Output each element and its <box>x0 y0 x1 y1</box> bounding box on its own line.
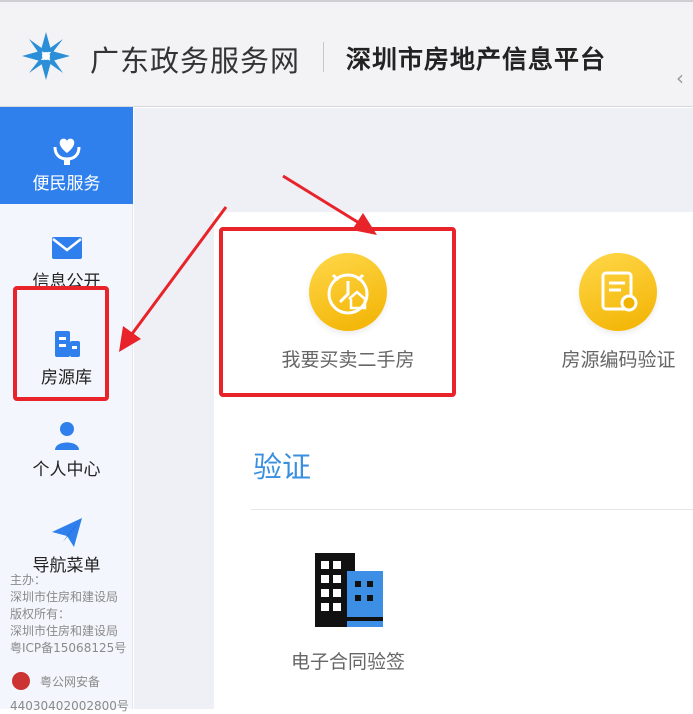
sidebar-item-navigation[interactable]: 导航菜单 <box>0 515 133 576</box>
host-name: 深圳市住房和建设局 <box>10 590 119 604</box>
police-record-label[interactable]: 粤公网安备 <box>40 673 100 690</box>
section-divider <box>251 509 693 510</box>
verify-item-e-contract[interactable]: 电子合同验签 <box>262 547 434 674</box>
brand-name[interactable]: 广东政务服务网 <box>90 38 300 80</box>
icp-number[interactable]: 粤ICP备15068125号 <box>10 640 126 657</box>
sidebar-item-label: 便民服务 <box>32 174 101 194</box>
police-record-number[interactable]: 44030402002800号 <box>10 697 129 714</box>
service-listing-code-verify[interactable]: 房源编码验证 <box>544 253 693 372</box>
section-title-verify: 验证 <box>253 450 312 484</box>
paper-plane-icon <box>51 518 82 547</box>
chevron-left-icon[interactable]: ‹ <box>676 66 684 90</box>
top-header: 广东政务服务网 深圳市房地产信息平台 ‹ <box>0 0 693 107</box>
sidebar-footer: 主办： 深圳市住房和建设局 版权所有： 深圳市住房和建设局 粤ICP备15068… <box>10 572 126 657</box>
host-label: 主办： <box>10 573 47 587</box>
sidebar-item-label: 个人中心 <box>32 460 101 480</box>
mail-icon <box>51 237 82 259</box>
certificate-icon <box>579 253 657 331</box>
service-label: 房源编码验证 <box>561 349 676 371</box>
platform-title: 深圳市房地产信息平台 <box>346 45 607 74</box>
annotation-box-housing <box>13 286 109 401</box>
header-divider <box>323 42 324 72</box>
heart-hands-icon <box>53 138 80 165</box>
copyright-label: 版权所有： <box>10 607 71 621</box>
police-badge-icon <box>12 672 30 690</box>
annotation-box-buy-sell <box>219 227 456 397</box>
office-building-icon <box>315 553 383 627</box>
copyright-holder: 深圳市住房和建设局 <box>10 624 119 638</box>
sidebar-item-info[interactable]: 信息公开 <box>0 231 133 292</box>
guangdong-logo-icon[interactable] <box>20 30 72 82</box>
sidebar-item-personal[interactable]: 个人中心 <box>0 419 133 480</box>
sidebar-item-convenience[interactable]: 便民服务 <box>0 107 133 204</box>
user-icon <box>54 422 79 450</box>
verify-item-label: 电子合同验签 <box>290 651 405 673</box>
